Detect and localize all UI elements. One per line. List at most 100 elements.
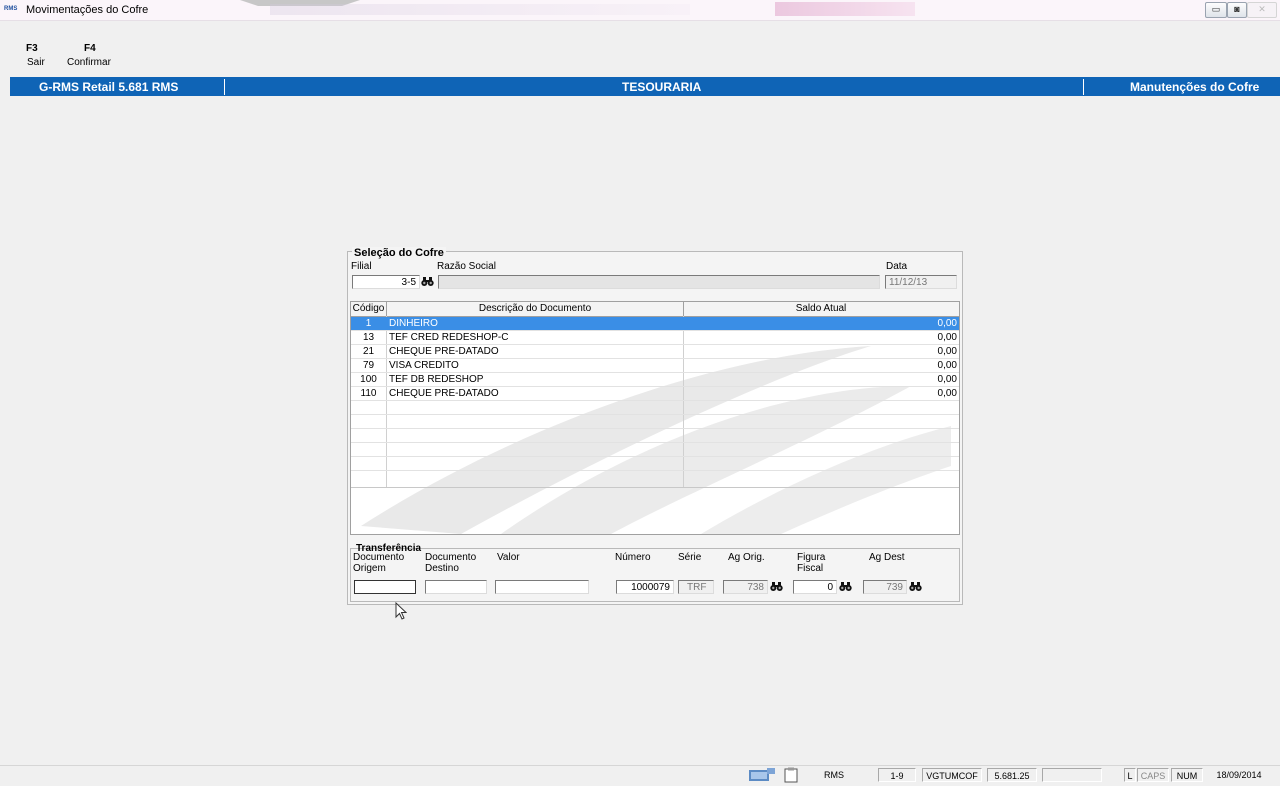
data-label: Data	[886, 261, 908, 272]
ag-orig-search-icon[interactable]	[769, 581, 783, 593]
screen-name: Manutenções do Cofre	[1130, 80, 1260, 94]
row-codigo: 13	[362, 332, 375, 343]
doc-destino-label: Documento	[425, 552, 477, 563]
ag-orig-field: 738	[723, 580, 768, 594]
minimize-icon[interactable]: ▭	[1205, 2, 1227, 18]
title-blur-area	[270, 4, 690, 15]
doc-origem-label: Origem	[353, 563, 386, 574]
data-field: 11/12/13	[885, 275, 957, 289]
documentos-table[interactable]: Código Descrição do Documento Saldo Atua…	[350, 301, 960, 535]
figura-fiscal-input[interactable]: 0	[793, 580, 837, 594]
selecao-legend: Seleção do Cofre	[352, 247, 446, 259]
row-descricao: CHEQUE PRE-DATADO	[389, 346, 499, 357]
status-caps: CAPS	[1137, 768, 1169, 782]
grid-line	[351, 344, 959, 345]
confirmar-button[interactable]: Confirmar	[67, 57, 111, 68]
row-saldo: 0,00	[937, 388, 957, 399]
grid-line	[351, 400, 959, 401]
status-filial: 1-9	[878, 768, 916, 782]
f4-key: F4	[84, 43, 96, 54]
grid-line	[351, 372, 959, 373]
numero-label: Número	[615, 552, 651, 563]
module-name: TESOURARIA	[622, 80, 702, 94]
row-saldo: 0,00	[937, 318, 957, 329]
status-empty	[1042, 768, 1102, 782]
title-blur-highlight	[775, 2, 915, 16]
column-codigo[interactable]: Código	[351, 302, 387, 316]
filial-search-icon[interactable]	[420, 276, 434, 288]
status-num: NUM	[1171, 768, 1203, 782]
row-saldo: 0,00	[937, 360, 957, 371]
grid-line	[351, 386, 959, 387]
table-row[interactable]: 110 CHEQUE PRE-DATADO 0,00	[351, 387, 959, 401]
razao-social-field	[438, 275, 880, 289]
selecao-cofre-panel: Seleção do Cofre Filial 3-5 Razão Social…	[347, 247, 963, 605]
status-bar: RMS 1-9 VGTUMCOF 5.681.25 L CAPS NUM 18/…	[0, 765, 1280, 784]
doc-destino-label: Destino	[425, 563, 459, 574]
grid-line	[351, 487, 959, 488]
column-saldo[interactable]: Saldo Atual	[684, 302, 958, 316]
row-codigo: 110	[360, 388, 377, 399]
grid-line	[351, 442, 959, 443]
ag-orig-label: Ag Orig.	[728, 552, 765, 563]
column-descricao[interactable]: Descrição do Documento	[387, 302, 684, 316]
window-title-bar: RMS Movimentações do Cofre ▭ ◙ ✕	[0, 0, 1280, 21]
row-codigo: 100	[360, 374, 377, 385]
close-icon[interactable]: ✕	[1247, 2, 1277, 18]
grid-line	[351, 330, 959, 331]
row-descricao: TEF CRED REDESHOP-C	[389, 332, 509, 343]
status-date: 18/09/2014	[1216, 770, 1262, 780]
grid-line	[351, 456, 959, 457]
doc-origem-input[interactable]	[354, 580, 416, 594]
figura-fiscal-label: Figura	[797, 552, 826, 563]
clipboard-icon	[781, 767, 801, 783]
filial-input[interactable]: 3-5	[352, 275, 420, 289]
row-descricao: DINHEIRO	[389, 318, 438, 329]
header-separator	[1083, 79, 1084, 95]
numero-field[interactable]: 1000079	[616, 580, 674, 594]
network-icon	[747, 767, 777, 783]
ag-dest-label: Ag Dest	[869, 552, 905, 563]
window-title: Movimentações do Cofre	[26, 4, 149, 16]
row-codigo: 1	[365, 318, 372, 329]
doc-origem-label: Documento	[353, 552, 405, 563]
doc-destino-input[interactable]	[425, 580, 487, 594]
figura-fiscal-search-icon[interactable]	[838, 581, 852, 593]
f3-key: F3	[26, 43, 38, 54]
figura-fiscal-label: Fiscal	[797, 563, 824, 574]
table-row[interactable]: 1 DINHEIRO 0,00	[351, 317, 959, 331]
ag-dest-search-icon[interactable]	[908, 581, 922, 593]
row-descricao: CHEQUE PRE-DATADO	[389, 388, 499, 399]
grid-line	[351, 414, 959, 415]
module-header: G-RMS Retail 5.681 RMS TESOURARIA Manute…	[10, 77, 1280, 96]
table-header: Código Descrição do Documento Saldo Atua…	[351, 302, 959, 317]
maximize-icon[interactable]: ◙	[1227, 2, 1247, 18]
valor-label: Valor	[497, 552, 520, 563]
grid-line	[351, 358, 959, 359]
row-saldo: 0,00	[937, 332, 957, 343]
valor-input[interactable]	[495, 580, 589, 594]
status-version: 5.681.25	[987, 768, 1037, 782]
table-row[interactable]: 21 CHEQUE PRE-DATADO 0,00	[351, 345, 959, 359]
grid-line	[351, 428, 959, 429]
row-descricao: VISA CREDITO	[389, 360, 459, 371]
table-row[interactable]: 79 VISA CREDITO 0,00	[351, 359, 959, 373]
sair-button[interactable]: Sair	[27, 57, 45, 68]
row-descricao: TEF DB REDESHOP	[389, 374, 484, 385]
row-saldo: 0,00	[937, 374, 957, 385]
mouse-cursor-icon	[395, 602, 407, 620]
row-saldo: 0,00	[937, 346, 957, 357]
status-program: VGTUMCOF	[922, 768, 982, 782]
header-separator	[224, 79, 225, 95]
product-version: G-RMS Retail 5.681 RMS	[39, 80, 179, 94]
serie-field: TRF	[678, 580, 714, 594]
grid-line	[351, 470, 959, 471]
app-logo: RMS	[4, 6, 18, 12]
table-row[interactable]: 13 TEF CRED REDESHOP-C 0,00	[351, 331, 959, 345]
status-system: RMS	[824, 770, 844, 780]
serie-label: Série	[678, 552, 702, 563]
row-codigo: 21	[362, 346, 375, 357]
row-codigo: 79	[362, 360, 375, 371]
table-row[interactable]: 100 TEF DB REDESHOP 0,00	[351, 373, 959, 387]
filial-label: Filial	[351, 261, 372, 272]
